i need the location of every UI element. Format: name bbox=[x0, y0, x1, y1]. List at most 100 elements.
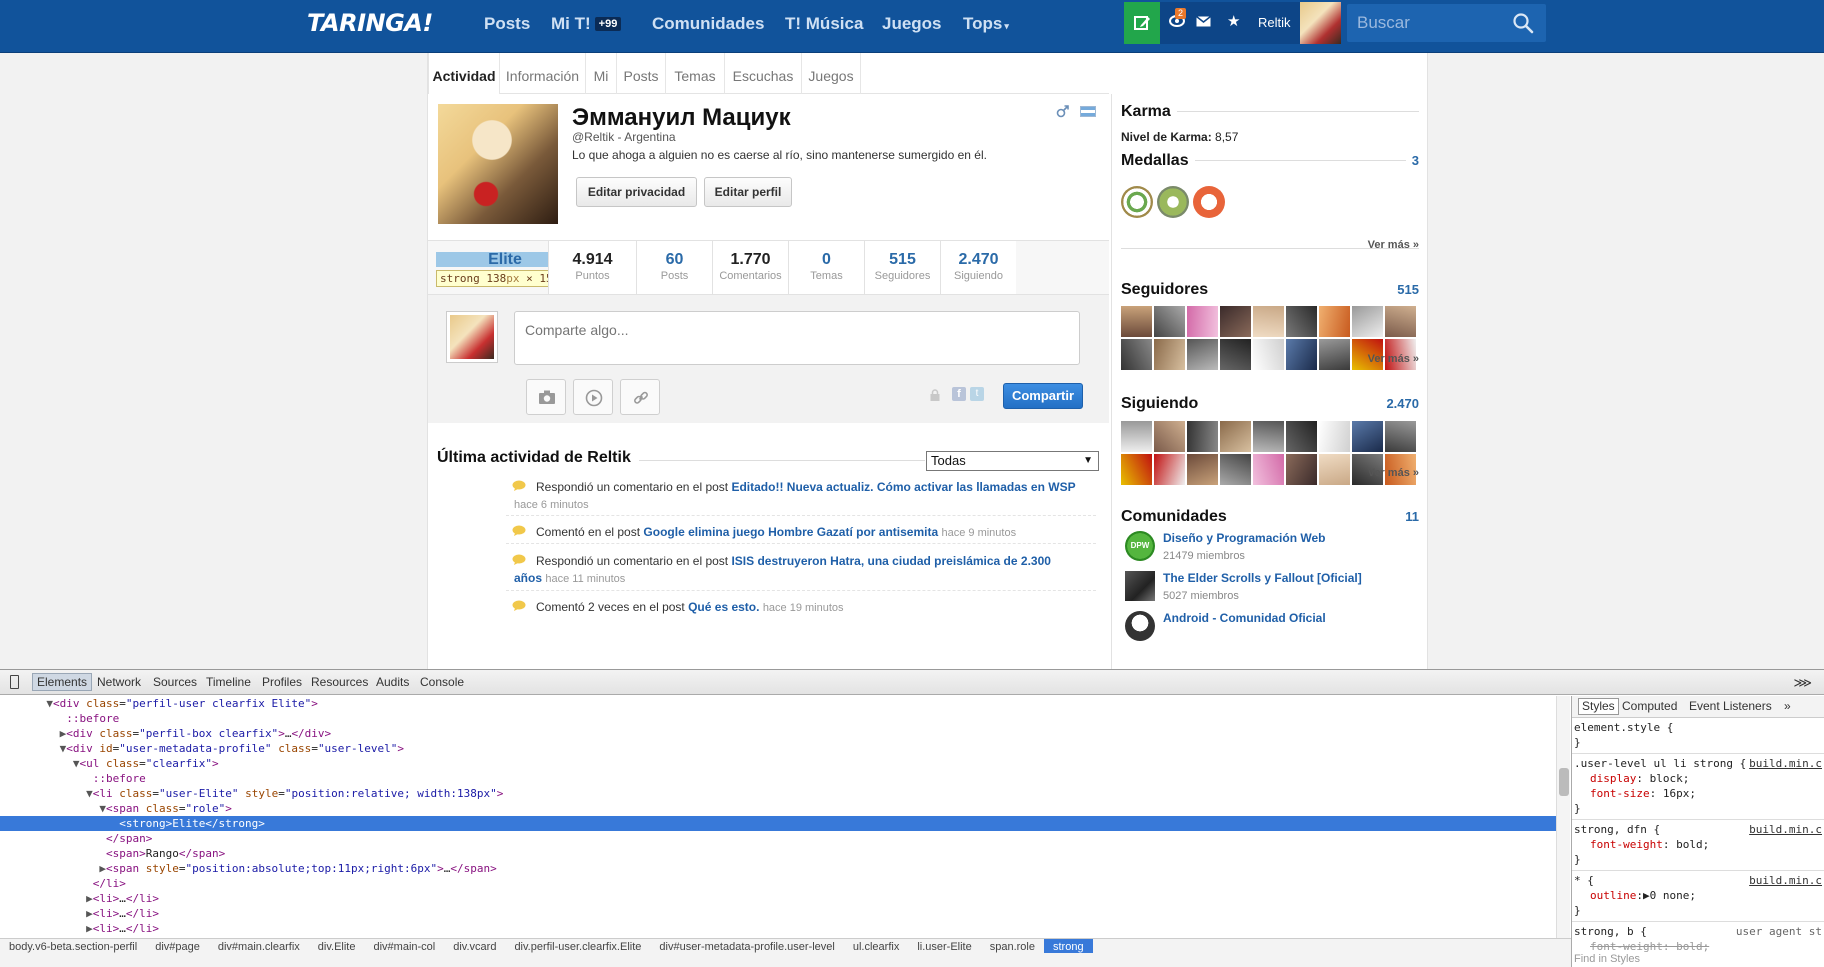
profile-photo[interactable] bbox=[438, 104, 558, 224]
user-avatar-thumb[interactable] bbox=[1253, 306, 1284, 337]
drawer-toggle-icon[interactable]: ⋙ bbox=[1794, 675, 1813, 691]
monitor-button[interactable]: 2 bbox=[1169, 8, 1187, 30]
user-avatar-thumb[interactable] bbox=[1220, 339, 1251, 370]
breadcrumb-item[interactable]: body.v6-beta.section-perfil bbox=[0, 939, 146, 953]
medal-trophy-icon[interactable] bbox=[1157, 186, 1189, 218]
tab-mi[interactable]: Mi bbox=[586, 53, 617, 94]
stylesheet-link[interactable]: build.min.c bbox=[1749, 873, 1822, 888]
user-avatar-thumb[interactable] bbox=[1187, 421, 1218, 452]
user-avatar-thumb[interactable] bbox=[1286, 339, 1317, 370]
breadcrumb-item[interactable]: strong bbox=[1044, 939, 1093, 953]
styles-tab-computed[interactable]: Computed bbox=[1622, 699, 1677, 714]
dom-node[interactable]: <span>Rango</span> bbox=[0, 846, 1556, 861]
community-name[interactable]: Diseño y Programación Web bbox=[1163, 531, 1326, 545]
tab-posts[interactable]: Posts bbox=[617, 53, 666, 94]
user-avatar-thumb[interactable] bbox=[1253, 421, 1284, 452]
search-input[interactable] bbox=[1347, 4, 1507, 42]
communities-count[interactable]: 11 bbox=[1399, 509, 1419, 524]
style-rule[interactable]: * {build.min.c outline:▶0 none;} bbox=[1572, 871, 1824, 922]
style-rule[interactable]: strong, dfn {build.min.c font-weight: bol… bbox=[1572, 820, 1824, 871]
nav-mi-t[interactable]: Mi T! +99 bbox=[551, 14, 622, 34]
user-avatar-thumb[interactable] bbox=[1121, 454, 1152, 485]
user-avatar-thumb[interactable] bbox=[1121, 421, 1152, 452]
user-avatar-thumb[interactable] bbox=[1319, 306, 1350, 337]
medals-count[interactable]: 3 bbox=[1405, 153, 1419, 168]
user-avatar-thumb[interactable] bbox=[1154, 339, 1185, 370]
attach-video-button[interactable] bbox=[573, 379, 613, 415]
top-avatar[interactable] bbox=[1300, 2, 1341, 44]
community-name[interactable]: The Elder Scrolls y Fallout [Oficial] bbox=[1163, 571, 1362, 585]
followers-more-link[interactable]: Ver más » bbox=[1368, 353, 1419, 365]
dom-node[interactable]: ▶<div class="perfil-box clearfix">…</div… bbox=[0, 726, 1556, 741]
dom-node[interactable]: </li> bbox=[0, 876, 1556, 891]
user-avatar-thumb[interactable] bbox=[1253, 339, 1284, 370]
tab-informacion[interactable]: Información bbox=[500, 53, 586, 94]
nav-comunidades[interactable]: Comunidades bbox=[652, 14, 764, 34]
user-avatar-thumb[interactable] bbox=[1352, 421, 1383, 452]
user-avatar-thumb[interactable] bbox=[1286, 421, 1317, 452]
dom-scrollbar[interactable] bbox=[1556, 696, 1570, 938]
activity-post-link[interactable]: Qué es esto. bbox=[688, 600, 759, 614]
following-count[interactable]: 2.470 bbox=[1380, 396, 1419, 411]
taringa-logo[interactable]: TARINGA! bbox=[307, 9, 433, 37]
community-name[interactable]: Android - Comunidad Oficial bbox=[1163, 611, 1326, 625]
attach-link-button[interactable] bbox=[620, 379, 660, 415]
styles-tab-styles[interactable]: Styles bbox=[1578, 698, 1619, 715]
stat-posts[interactable]: 60 Posts bbox=[636, 241, 712, 294]
stylesheet-link[interactable]: build.min.c bbox=[1749, 756, 1822, 771]
user-avatar-thumb[interactable] bbox=[1319, 454, 1350, 485]
search-icon[interactable] bbox=[1512, 12, 1534, 34]
dom-node[interactable]: ▶<li>…</li> bbox=[0, 891, 1556, 906]
more-tabs-icon[interactable]: » bbox=[1784, 699, 1791, 714]
user-avatar-thumb[interactable] bbox=[1220, 454, 1251, 485]
scrollbar-thumb[interactable] bbox=[1559, 768, 1569, 796]
medal-eye-icon[interactable] bbox=[1121, 186, 1153, 218]
breadcrumb-item[interactable]: div.vcard bbox=[444, 939, 505, 953]
followers-count[interactable]: 515 bbox=[1391, 282, 1419, 297]
nav-t-musica[interactable]: T! Música bbox=[785, 14, 863, 34]
user-avatar-thumb[interactable] bbox=[1187, 339, 1218, 370]
dom-node[interactable]: ▼<li class="user-Elite" style="position:… bbox=[0, 786, 1556, 801]
breadcrumb-item[interactable]: ul.clearfix bbox=[844, 939, 908, 953]
user-avatar-thumb[interactable] bbox=[1319, 421, 1350, 452]
find-in-styles-input[interactable]: Find in Styles bbox=[1574, 952, 1640, 967]
user-avatar-thumb[interactable] bbox=[1352, 306, 1383, 337]
style-rule[interactable]: .user-level ul li strong {build.min.c dis… bbox=[1572, 754, 1824, 820]
breadcrumb-item[interactable]: div#page bbox=[146, 939, 209, 953]
user-avatar-thumb[interactable] bbox=[1319, 339, 1350, 370]
breadcrumb-item[interactable]: div#user-metadata-profile.user-level bbox=[650, 939, 843, 953]
devtools-tab-profiles[interactable]: Profiles bbox=[262, 675, 302, 689]
devtools-tab-resources[interactable]: Resources bbox=[311, 675, 368, 689]
share-input[interactable] bbox=[514, 311, 1080, 365]
user-avatar-thumb[interactable] bbox=[1385, 306, 1416, 337]
dom-node[interactable]: ::before bbox=[0, 711, 1556, 726]
stat-temas[interactable]: 0 Temas bbox=[788, 241, 864, 294]
style-rule[interactable]: element.style {} bbox=[1572, 718, 1824, 754]
devtools-tab-timeline[interactable]: Timeline bbox=[206, 675, 251, 689]
devtools-tab-sources[interactable]: Sources bbox=[153, 675, 197, 689]
dom-node[interactable]: ▼<div id="user-metadata-profile" class="… bbox=[0, 741, 1556, 756]
dom-node[interactable]: ▶<li>…</li> bbox=[0, 921, 1556, 936]
user-avatar-thumb[interactable] bbox=[1121, 339, 1152, 370]
attach-photo-button[interactable] bbox=[526, 379, 566, 415]
user-avatar-thumb[interactable] bbox=[1220, 421, 1251, 452]
activity-post-link[interactable]: Editado!! Nueva actualiz. Cómo activar l… bbox=[731, 480, 1075, 494]
lock-icon[interactable] bbox=[930, 389, 940, 401]
messages-button[interactable] bbox=[1196, 14, 1211, 30]
user-avatar-thumb[interactable] bbox=[1154, 306, 1185, 337]
stylesheet-link[interactable]: build.min.c bbox=[1749, 822, 1822, 837]
compose-button[interactable] bbox=[1124, 2, 1160, 44]
tab-juegos[interactable]: Juegos bbox=[802, 53, 861, 94]
dom-node[interactable]: ▶<li>…</li> bbox=[0, 906, 1556, 921]
user-avatar-thumb[interactable] bbox=[1220, 306, 1251, 337]
devtools-tab-audits[interactable]: Audits bbox=[376, 675, 409, 689]
edit-profile-button[interactable]: Editar perfil bbox=[704, 177, 792, 207]
dom-node[interactable]: ::before bbox=[0, 771, 1556, 786]
breadcrumb-item[interactable]: span.role bbox=[981, 939, 1044, 953]
activity-filter-select[interactable]: Todas ▼ bbox=[926, 451, 1099, 471]
breadcrumb-item[interactable]: div#main-col bbox=[364, 939, 444, 953]
dom-node[interactable]: ▼<div class="perfil-user clearfix Elite"… bbox=[0, 696, 1556, 711]
user-avatar-thumb[interactable] bbox=[1187, 306, 1218, 337]
medals-more-link[interactable]: Ver más » bbox=[1368, 239, 1419, 251]
user-avatar-thumb[interactable] bbox=[1253, 454, 1284, 485]
